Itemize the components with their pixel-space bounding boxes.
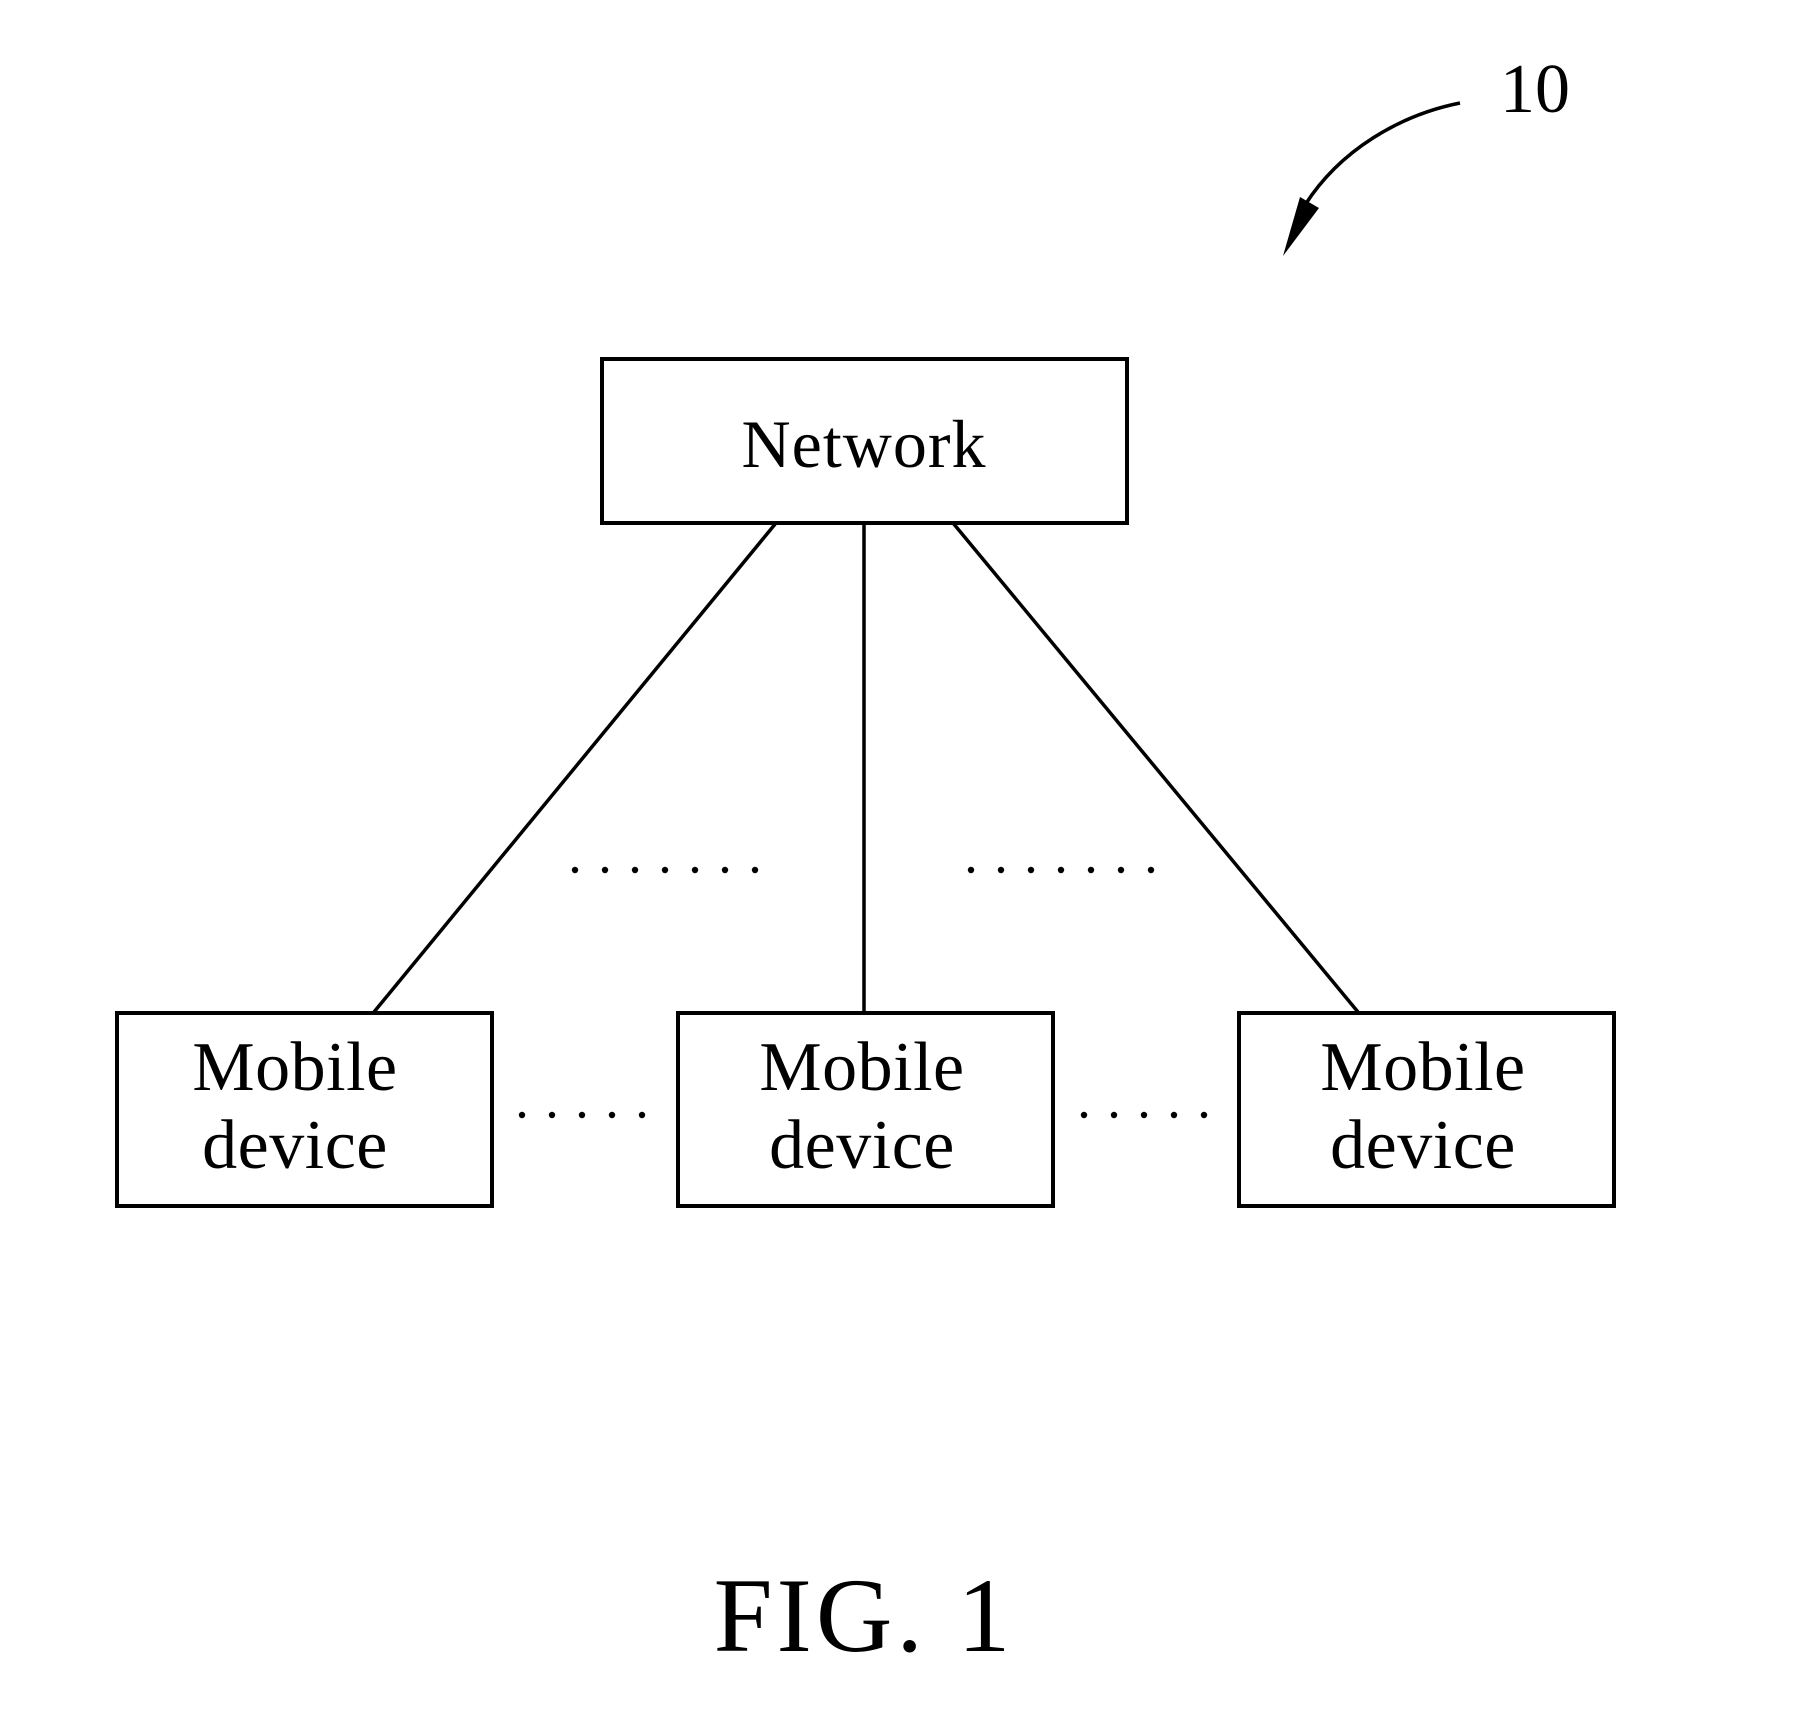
- ellipsis-dot: [1110, 1111, 1118, 1119]
- ellipsis-upper-right: [967, 866, 1155, 874]
- ellipsis-lower-left: [518, 1111, 646, 1119]
- ellipsis-dot: [571, 866, 579, 874]
- reference-arrow-head: [1283, 197, 1319, 256]
- ellipsis-lower-right: [1080, 1111, 1208, 1119]
- mobile-device-label-line2: device: [769, 1107, 955, 1184]
- reference-arrow-curve: [1303, 101, 1461, 206]
- ellipsis-dot: [1057, 866, 1065, 874]
- ellipsis-dot: [661, 866, 669, 874]
- ellipsis-dot: [608, 1111, 616, 1119]
- ellipsis-dot: [1087, 866, 1095, 874]
- reference-arrow: [1283, 101, 1461, 256]
- mobile-device-label-line2: device: [202, 1107, 388, 1184]
- reference-numeral: 10: [1500, 51, 1570, 128]
- network-label: Network: [742, 406, 987, 482]
- ellipsis-dot: [997, 866, 1005, 874]
- ellipsis-upper-left: [571, 866, 759, 874]
- mobile-device-label-line2: device: [1330, 1107, 1516, 1184]
- mobile-device-label-line1: Mobile: [759, 1029, 964, 1106]
- network-diagram: 10 Network Mobile device Mobile device M…: [115, 51, 1616, 1674]
- network-node: Network: [600, 357, 1129, 525]
- mobile-device-node-left: Mobile device: [115, 1011, 494, 1208]
- ellipsis-dot: [1200, 1111, 1208, 1119]
- ellipsis-dot: [578, 1111, 586, 1119]
- ellipsis-dot: [638, 1111, 646, 1119]
- ellipsis-dot: [548, 1111, 556, 1119]
- ellipsis-dot: [518, 1111, 526, 1119]
- mobile-device-label-line1: Mobile: [192, 1029, 397, 1106]
- ellipsis-dot: [1080, 1111, 1088, 1119]
- ellipsis-dot: [1027, 866, 1035, 874]
- ellipsis-dot: [631, 866, 639, 874]
- ellipsis-dot: [1170, 1111, 1178, 1119]
- ellipsis-dot: [967, 866, 975, 874]
- mobile-device-node-middle: Mobile device: [676, 1011, 1055, 1208]
- link-network-to-left-device: [372, 521, 778, 1014]
- ellipsis-dot: [751, 866, 759, 874]
- mobile-device-node-right: Mobile device: [1237, 1011, 1616, 1208]
- ellipsis-dot: [601, 866, 609, 874]
- ellipsis-dot: [721, 866, 729, 874]
- ellipsis-dot: [1147, 866, 1155, 874]
- link-network-to-right-device: [951, 521, 1360, 1014]
- mobile-device-label-line1: Mobile: [1320, 1029, 1525, 1106]
- ellipsis-dot: [691, 866, 699, 874]
- figure-caption: FIG. 1: [714, 1557, 1015, 1674]
- ellipsis-dot: [1140, 1111, 1148, 1119]
- ellipsis-dot: [1117, 866, 1125, 874]
